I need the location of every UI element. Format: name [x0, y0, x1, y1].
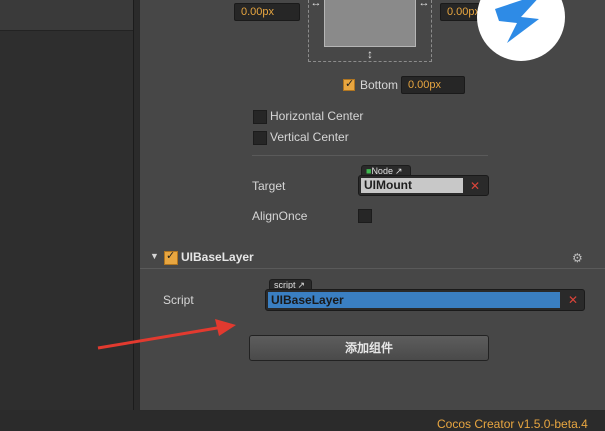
horizontal-center-checkbox[interactable] — [253, 110, 267, 124]
collapse-triangle-icon[interactable]: ▼ — [150, 251, 159, 261]
version-footer: Cocos Creator v1.5.0-beta.4 — [437, 417, 588, 431]
script-value: UIBaseLayer — [268, 292, 560, 308]
align-once-label: AlignOnce — [252, 209, 308, 223]
add-component-button[interactable]: 添加组件 — [249, 335, 489, 361]
component-enabled-checkbox[interactable] — [164, 249, 178, 265]
target-clear-icon[interactable]: ✕ — [467, 178, 483, 194]
component-settings-gear-icon[interactable]: ⚙ — [572, 251, 583, 265]
bottom-margin-arrow-icon: ↕ — [367, 47, 373, 61]
vertical-center-checkbox[interactable] — [253, 131, 267, 145]
hierarchy-header — [0, 0, 133, 31]
vertical-center-label: Vertical Center — [270, 130, 349, 144]
component-title: UIBaseLayer — [181, 250, 254, 264]
script-clear-icon[interactable]: ✕ — [565, 292, 581, 308]
left-margin-field[interactable]: 0.00px — [234, 3, 300, 21]
left-margin-arrow-icon: ↔ — [310, 0, 322, 9]
section-divider — [252, 155, 488, 156]
app-logo — [477, 0, 565, 61]
right-margin-arrow-icon: ↔ — [418, 0, 430, 9]
target-label: Target — [252, 179, 286, 193]
horizontal-center-label: Horizontal Center — [270, 109, 364, 123]
annotation-arrow — [97, 319, 236, 350]
bottom-label: Bottom — [360, 78, 399, 92]
add-component-label: 添加组件 — [344, 341, 393, 355]
target-value: UIMount — [361, 178, 463, 193]
align-once-checkbox[interactable] — [358, 209, 372, 223]
right-margin-field[interactable]: 0.00px — [440, 3, 480, 21]
bottom-checkbox[interactable] — [343, 77, 355, 91]
cocos-bird-icon — [495, 0, 539, 43]
bottom-margin-field[interactable]: 0.00px — [401, 76, 465, 94]
margin-diagram-inner-box — [324, 0, 416, 47]
script-label: Script — [163, 293, 194, 307]
